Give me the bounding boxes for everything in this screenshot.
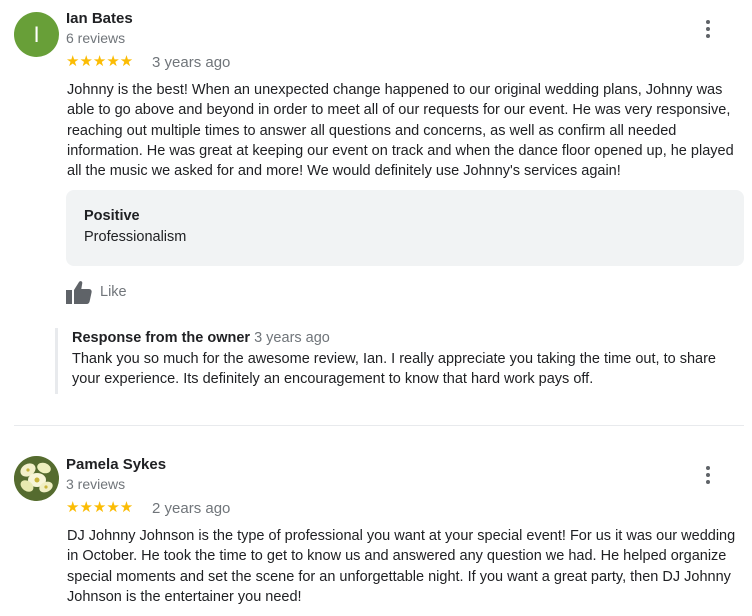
reviewer-name[interactable]: Ian Bates bbox=[66, 10, 133, 28]
review-text: DJ Johnny Johnson is the type of profess… bbox=[67, 528, 736, 605]
review-highlight: Positive Professionalism bbox=[66, 190, 744, 266]
response-header: Response from the owner 3 years ago bbox=[72, 328, 330, 348]
owner-response: Response from the owner 3 years ago Than… bbox=[55, 328, 748, 394]
thumbs-up-icon bbox=[66, 280, 92, 304]
response-time: 3 years ago bbox=[254, 330, 330, 346]
star-rating: ★★★★★ bbox=[66, 53, 134, 70]
flower-photo-avatar-icon[interactable] bbox=[14, 456, 59, 501]
star-rating: ★★★★★ bbox=[66, 499, 134, 516]
highlight-value: Professionalism bbox=[84, 229, 187, 245]
avatar-letter: I bbox=[33, 21, 40, 47]
reviewer-name[interactable]: Pamela Sykes bbox=[66, 456, 166, 474]
more-options-icon[interactable] bbox=[696, 463, 720, 487]
highlight-title: Positive bbox=[84, 208, 140, 224]
like-button[interactable]: Like bbox=[66, 278, 127, 306]
response-title: Response from the owner bbox=[72, 330, 251, 346]
more-options-icon[interactable] bbox=[696, 17, 720, 41]
review-time: 2 years ago bbox=[152, 500, 231, 517]
review-time: 3 years ago bbox=[152, 54, 231, 71]
reviewer-review-count: 6 reviews bbox=[66, 30, 126, 46]
review-text: Johnny is the best! When an unexpected c… bbox=[67, 82, 734, 180]
reviewer-review-count: 3 reviews bbox=[66, 476, 126, 492]
reviewer-avatar[interactable]: I bbox=[14, 12, 59, 57]
response-text: Thank you so much for the awesome review… bbox=[72, 351, 716, 387]
review-divider bbox=[14, 425, 744, 426]
like-label: Like bbox=[100, 284, 127, 300]
